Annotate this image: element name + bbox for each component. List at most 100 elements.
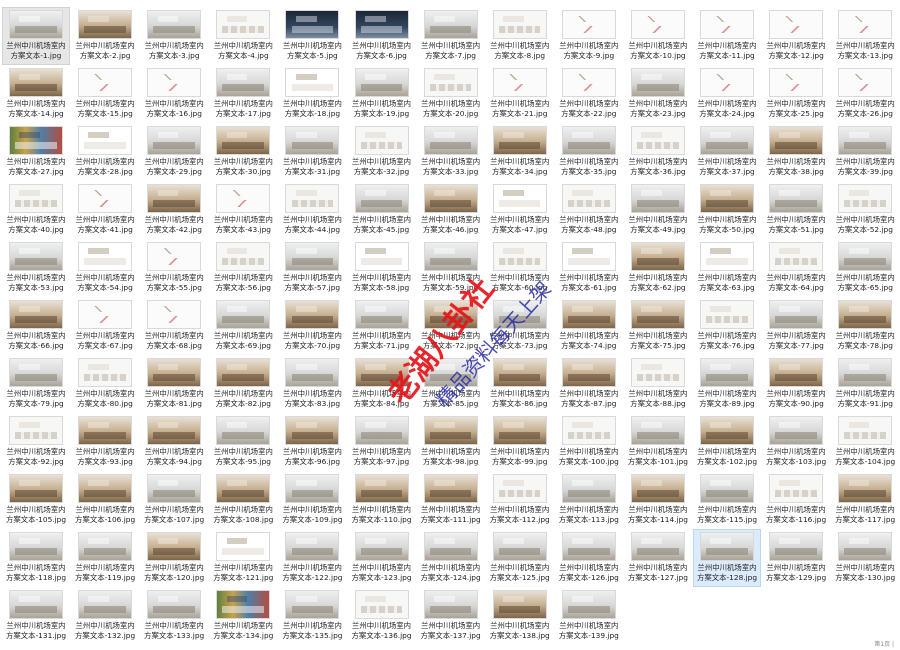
file-item[interactable]: 兰州中川机场室内 方案文本-3.jpg <box>141 8 207 64</box>
file-item[interactable]: 兰州中川机场室内 方案文本-1.jpg <box>2 7 70 65</box>
file-item[interactable]: 兰州中川机场室内 方案文本-75.jpg <box>625 298 691 354</box>
file-item[interactable]: 兰州中川机场室内 方案文本-99.jpg <box>487 414 553 470</box>
file-item[interactable]: 兰州中川机场室内 方案文本-64.jpg <box>763 240 829 296</box>
file-item[interactable]: 兰州中川机场室内 方案文本-49.jpg <box>625 182 691 238</box>
file-item[interactable]: 兰州中川机场室内 方案文本-5.jpg <box>279 8 345 64</box>
file-item[interactable]: 兰州中川机场室内 方案文本-25.jpg <box>763 66 829 122</box>
file-item[interactable]: 兰州中川机场室内 方案文本-138.jpg <box>487 588 553 644</box>
file-item[interactable]: 兰州中川机场室内 方案文本-63.jpg <box>694 240 760 296</box>
file-item[interactable]: 兰州中川机场室内 方案文本-50.jpg <box>694 182 760 238</box>
file-item[interactable]: 兰州中川机场室内 方案文本-98.jpg <box>418 414 484 470</box>
file-item[interactable]: 兰州中川机场室内 方案文本-137.jpg <box>418 588 484 644</box>
file-item[interactable]: 兰州中川机场室内 方案文本-139.jpg <box>556 588 622 644</box>
file-item[interactable]: 兰州中川机场室内 方案文本-83.jpg <box>279 356 345 412</box>
file-item[interactable]: 兰州中川机场室内 方案文本-35.jpg <box>556 124 622 180</box>
file-item[interactable]: 兰州中川机场室内 方案文本-97.jpg <box>349 414 415 470</box>
file-item[interactable]: 兰州中川机场室内 方案文本-22.jpg <box>556 66 622 122</box>
file-item[interactable]: 兰州中川机场室内 方案文本-131.jpg <box>3 588 69 644</box>
file-item[interactable]: 兰州中川机场室内 方案文本-133.jpg <box>141 588 207 644</box>
file-item[interactable]: 兰州中川机场室内 方案文本-31.jpg <box>279 124 345 180</box>
file-item[interactable]: 兰州中川机场室内 方案文本-122.jpg <box>279 530 345 586</box>
file-item[interactable]: 兰州中川机场室内 方案文本-128.jpg <box>693 529 761 587</box>
file-item[interactable]: 兰州中川机场室内 方案文本-111.jpg <box>418 472 484 528</box>
file-item[interactable]: 兰州中川机场室内 方案文本-2.jpg <box>72 8 138 64</box>
file-item[interactable]: 兰州中川机场室内 方案文本-62.jpg <box>625 240 691 296</box>
file-item[interactable]: 兰州中川机场室内 方案文本-78.jpg <box>832 298 898 354</box>
file-item[interactable]: 兰州中川机场室内 方案文本-112.jpg <box>487 472 553 528</box>
file-item[interactable]: 兰州中川机场室内 方案文本-45.jpg <box>349 182 415 238</box>
file-item[interactable]: 兰州中川机场室内 方案文本-18.jpg <box>279 66 345 122</box>
file-item[interactable]: 兰州中川机场室内 方案文本-76.jpg <box>694 298 760 354</box>
file-item[interactable]: 兰州中川机场室内 方案文本-42.jpg <box>141 182 207 238</box>
file-item[interactable]: 兰州中川机场室内 方案文本-60.jpg <box>487 240 553 296</box>
file-item[interactable]: 兰州中川机场室内 方案文本-120.jpg <box>141 530 207 586</box>
file-item[interactable]: 兰州中川机场室内 方案文本-8.jpg <box>487 8 553 64</box>
file-item[interactable]: 兰州中川机场室内 方案文本-4.jpg <box>210 8 276 64</box>
file-item[interactable]: 兰州中川机场室内 方案文本-20.jpg <box>418 66 484 122</box>
file-item[interactable]: 兰州中川机场室内 方案文本-121.jpg <box>210 530 276 586</box>
file-item[interactable]: 兰州中川机场室内 方案文本-12.jpg <box>763 8 829 64</box>
file-item[interactable]: 兰州中川机场室内 方案文本-113.jpg <box>556 472 622 528</box>
file-item[interactable]: 兰州中川机场室内 方案文本-74.jpg <box>556 298 622 354</box>
file-item[interactable]: 兰州中川机场室内 方案文本-71.jpg <box>349 298 415 354</box>
file-item[interactable]: 兰州中川机场室内 方案文本-10.jpg <box>625 8 691 64</box>
file-item[interactable]: 兰州中川机场室内 方案文本-92.jpg <box>3 414 69 470</box>
file-item[interactable]: 兰州中川机场室内 方案文本-86.jpg <box>487 356 553 412</box>
file-item[interactable]: 兰州中川机场室内 方案文本-102.jpg <box>694 414 760 470</box>
file-item[interactable]: 兰州中川机场室内 方案文本-101.jpg <box>625 414 691 470</box>
file-item[interactable]: 兰州中川机场室内 方案文本-124.jpg <box>418 530 484 586</box>
file-item[interactable]: 兰州中川机场室内 方案文本-9.jpg <box>556 8 622 64</box>
file-item[interactable]: 兰州中川机场室内 方案文本-106.jpg <box>72 472 138 528</box>
file-item[interactable]: 兰州中川机场室内 方案文本-58.jpg <box>349 240 415 296</box>
file-item[interactable]: 兰州中川机场室内 方案文本-16.jpg <box>141 66 207 122</box>
file-item[interactable]: 兰州中川机场室内 方案文本-13.jpg <box>832 8 898 64</box>
file-item[interactable]: 兰州中川机场室内 方案文本-30.jpg <box>210 124 276 180</box>
file-item[interactable]: 兰州中川机场室内 方案文本-110.jpg <box>349 472 415 528</box>
file-item[interactable]: 兰州中川机场室内 方案文本-129.jpg <box>763 530 829 586</box>
file-item[interactable]: 兰州中川机场室内 方案文本-93.jpg <box>72 414 138 470</box>
file-item[interactable]: 兰州中川机场室内 方案文本-61.jpg <box>556 240 622 296</box>
file-item[interactable]: 兰州中川机场室内 方案文本-27.jpg <box>3 124 69 180</box>
file-item[interactable]: 兰州中川机场室内 方案文本-39.jpg <box>832 124 898 180</box>
file-item[interactable]: 兰州中川机场室内 方案文本-21.jpg <box>487 66 553 122</box>
file-item[interactable]: 兰州中川机场室内 方案文本-59.jpg <box>418 240 484 296</box>
file-item[interactable]: 兰州中川机场室内 方案文本-55.jpg <box>141 240 207 296</box>
file-item[interactable]: 兰州中川机场室内 方案文本-24.jpg <box>694 66 760 122</box>
file-item[interactable]: 兰州中川机场室内 方案文本-91.jpg <box>832 356 898 412</box>
file-item[interactable]: 兰州中川机场室内 方案文本-105.jpg <box>3 472 69 528</box>
file-item[interactable]: 兰州中川机场室内 方案文本-125.jpg <box>487 530 553 586</box>
file-item[interactable]: 兰州中川机场室内 方案文本-90.jpg <box>763 356 829 412</box>
file-item[interactable]: 兰州中川机场室内 方案文本-34.jpg <box>487 124 553 180</box>
file-item[interactable]: 兰州中川机场室内 方案文本-51.jpg <box>763 182 829 238</box>
file-item[interactable]: 兰州中川机场室内 方案文本-15.jpg <box>72 66 138 122</box>
file-item[interactable]: 兰州中川机场室内 方案文本-135.jpg <box>279 588 345 644</box>
file-item[interactable]: 兰州中川机场室内 方案文本-77.jpg <box>763 298 829 354</box>
file-item[interactable]: 兰州中川机场室内 方案文本-38.jpg <box>763 124 829 180</box>
file-item[interactable]: 兰州中川机场室内 方案文本-100.jpg <box>556 414 622 470</box>
file-item[interactable]: 兰州中川机场室内 方案文本-52.jpg <box>832 182 898 238</box>
file-item[interactable]: 兰州中川机场室内 方案文本-117.jpg <box>832 472 898 528</box>
file-item[interactable]: 兰州中川机场室内 方案文本-95.jpg <box>210 414 276 470</box>
file-item[interactable]: 兰州中川机场室内 方案文本-6.jpg <box>349 8 415 64</box>
file-item[interactable]: 兰州中川机场室内 方案文本-65.jpg <box>832 240 898 296</box>
file-item[interactable]: 兰州中川机场室内 方案文本-70.jpg <box>279 298 345 354</box>
file-item[interactable]: 兰州中川机场室内 方案文本-66.jpg <box>3 298 69 354</box>
file-item[interactable]: 兰州中川机场室内 方案文本-109.jpg <box>279 472 345 528</box>
file-item[interactable]: 兰州中川机场室内 方案文本-41.jpg <box>72 182 138 238</box>
file-item[interactable]: 兰州中川机场室内 方案文本-115.jpg <box>694 472 760 528</box>
file-item[interactable]: 兰州中川机场室内 方案文本-72.jpg <box>418 298 484 354</box>
file-item[interactable]: 兰州中川机场室内 方案文本-53.jpg <box>3 240 69 296</box>
file-item[interactable]: 兰州中川机场室内 方案文本-40.jpg <box>3 182 69 238</box>
file-item[interactable]: 兰州中川机场室内 方案文本-126.jpg <box>556 530 622 586</box>
file-item[interactable]: 兰州中川机场室内 方案文本-69.jpg <box>210 298 276 354</box>
file-item[interactable]: 兰州中川机场室内 方案文本-7.jpg <box>418 8 484 64</box>
file-item[interactable]: 兰州中川机场室内 方案文本-26.jpg <box>832 66 898 122</box>
file-item[interactable]: 兰州中川机场室内 方案文本-33.jpg <box>418 124 484 180</box>
file-item[interactable]: 兰州中川机场室内 方案文本-43.jpg <box>210 182 276 238</box>
file-item[interactable]: 兰州中川机场室内 方案文本-54.jpg <box>72 240 138 296</box>
file-item[interactable]: 兰州中川机场室内 方案文本-136.jpg <box>349 588 415 644</box>
file-item[interactable]: 兰州中川机场室内 方案文本-96.jpg <box>279 414 345 470</box>
file-item[interactable]: 兰州中川机场室内 方案文本-23.jpg <box>625 66 691 122</box>
file-item[interactable]: 兰州中川机场室内 方案文本-32.jpg <box>349 124 415 180</box>
file-item[interactable]: 兰州中川机场室内 方案文本-89.jpg <box>694 356 760 412</box>
